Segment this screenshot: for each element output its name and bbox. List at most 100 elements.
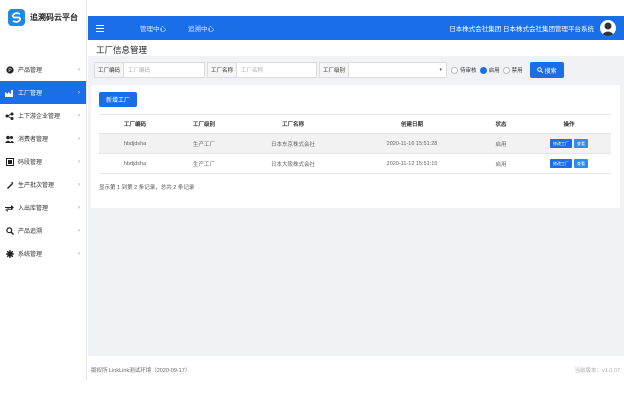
footer: 版权所 LinkLink测试环境（2020-09-17） 当前版本：v1.0.0… (88, 363, 624, 377)
factory-name-input[interactable]: 工厂名称 (236, 62, 318, 78)
copyright-text: 版权所 LinkLink测试环境（2020-09-17） (91, 368, 191, 374)
edit-factory-button[interactable]: 修改工厂 (550, 159, 572, 168)
chevron-right-icon: › (78, 135, 80, 142)
sidebar-item-partner[interactable]: 上下游企业管理 › (0, 104, 86, 127)
chevron-right-icon: › (78, 250, 80, 257)
top-navbar: 管理中心 追溯中心 日本株式会社集团 日本株式会社集团管理平台系统 (88, 16, 624, 40)
sidebar: 追溯码云平台 P 产品管理 › 工厂管理 › 上下游企业管理 › 消费者管理 ›… (0, 0, 87, 380)
factory-level-label: 工厂级别 (319, 62, 349, 78)
cell-date: 2020-11-16 15:51:28 (349, 133, 475, 154)
add-factory-button[interactable]: 新增工厂 (99, 92, 137, 107)
tab-trace-center[interactable]: 追溯中心 (188, 23, 214, 33)
sidebar-item-label: 生产批次管理 (18, 183, 55, 189)
column-header: 操作 (527, 114, 611, 134)
chevron-right-icon: › (78, 158, 80, 165)
search-icon (536, 67, 543, 73)
search-button[interactable]: 搜索 (529, 62, 564, 78)
partner-icon (5, 111, 14, 120)
search-icon (5, 226, 14, 235)
batch-icon (5, 180, 14, 189)
radio-circle (479, 66, 487, 74)
column-header[interactable]: 状态 (475, 114, 527, 134)
gear-icon (5, 249, 14, 258)
avatar[interactable] (600, 20, 616, 36)
cell-level: 生产工厂 (171, 153, 237, 174)
sidebar-item-consumer[interactable]: 消费者管理 › (0, 127, 86, 150)
version-text: 当前版本：v1.0.07 (574, 368, 620, 374)
radio-label: 启用 (488, 68, 500, 74)
table-header-row: 工厂编码 工厂级别 工厂名称 创建日期 状态 操作 (99, 114, 611, 134)
radio-circle (502, 66, 510, 74)
sidebar-item-trace[interactable]: 产品追溯 › (0, 219, 86, 242)
column-header[interactable]: 工厂名称 (237, 114, 349, 134)
sidebar-item-label: 上下游企业管理 (18, 114, 61, 120)
company-name: 日本株式会社集团 日本株式会社集团管理平台系统 (449, 26, 594, 33)
factory-table: 工厂编码 工厂级别 工厂名称 创建日期 状态 操作 hbdjdsha 生产工厂 … (99, 114, 611, 174)
sidebar-item-factory[interactable]: 工厂管理 › (0, 81, 86, 104)
factory-name-label: 工厂名称 (207, 62, 237, 78)
cell-name: 日本东京株式会社 (237, 133, 349, 154)
cell-code: hbdjdsha (99, 133, 171, 154)
cell-status: 启用 (475, 133, 527, 154)
sidebar-item-label: 工厂管理 (18, 91, 43, 97)
barcode-icon (5, 157, 14, 166)
factory-code-input[interactable]: 工厂编码 (123, 62, 206, 78)
factory-code-label: 工厂编码 (94, 62, 124, 78)
view-button[interactable]: 查看 (574, 139, 588, 148)
cell-code: hbdjdsha (99, 153, 171, 174)
chevron-right-icon: › (78, 181, 80, 188)
radio-circle (451, 66, 459, 74)
pagination-summary: 显示第 1 到第 2 条记录，总共 2 条记录 (99, 185, 195, 191)
chevron-right-icon: › (78, 112, 80, 119)
radio-label: 禁用 (511, 68, 523, 74)
sidebar-nav: P 产品管理 › 工厂管理 › 上下游企业管理 › 消费者管理 › 码段管理 ›… (0, 58, 86, 265)
sidebar-item-batch[interactable]: 生产批次管理 › (0, 173, 86, 196)
sidebar-item-label: 产品管理 (18, 68, 43, 74)
table-row: hbdjdsha 生产工厂 日本东京株式会社 2020-11-16 15:51:… (99, 133, 611, 154)
page-title: 工厂信息管理 (96, 45, 148, 55)
chevron-down-icon: ▾ (439, 67, 443, 73)
radio-disabled[interactable]: 禁用 (502, 66, 523, 74)
column-header[interactable]: 创建日期 (349, 114, 475, 134)
brand-logo-icon (8, 8, 25, 26)
edit-factory-button[interactable]: 修改工厂 (550, 139, 572, 148)
factory-icon (5, 88, 14, 97)
radio-enabled[interactable]: 启用 (479, 66, 500, 74)
chevron-right-icon: › (78, 89, 80, 96)
cell-actions: 修改工厂 查看 (527, 133, 611, 154)
cell-date: 2020-11-12 15:51:15 (349, 153, 475, 174)
sidebar-item-transfer[interactable]: 入出库管理 › (0, 196, 86, 219)
chevron-right-icon: › (78, 227, 80, 234)
brand-name: 追溯码云平台 (30, 12, 78, 22)
cell-actions: 修改工厂 查看 (527, 153, 611, 174)
factory-level-select[interactable]: ▾ (348, 62, 448, 78)
product-icon: P (5, 65, 14, 74)
sidebar-item-label: 系统管理 (18, 252, 43, 258)
chevron-right-icon: › (78, 204, 80, 211)
column-header[interactable]: 工厂级别 (171, 114, 237, 134)
brand[interactable]: 追溯码云平台 (0, 0, 86, 34)
sidebar-item-label: 消费者管理 (18, 137, 49, 143)
search-label: 搜索 (544, 68, 557, 75)
cell-name: 日本大阪株式会社 (237, 153, 349, 174)
sidebar-item-product[interactable]: P 产品管理 › (0, 58, 86, 81)
tab-management-center[interactable]: 管理中心 (140, 23, 166, 33)
sidebar-item-label: 码段管理 (18, 160, 43, 166)
sidebar-item-label: 入出库管理 (18, 206, 49, 212)
radio-label: 待审核 (460, 68, 477, 74)
radio-pending[interactable]: 待审核 (451, 66, 477, 74)
menu-toggle-icon[interactable] (90, 24, 110, 32)
table-row: hbdjdsha 生产工厂 日本大阪株式会社 2020-11-12 15:51:… (99, 153, 611, 174)
view-button[interactable]: 查看 (574, 159, 588, 168)
column-header[interactable]: 工厂编码 (99, 114, 171, 134)
users-icon (5, 134, 14, 143)
sidebar-item-barcode[interactable]: 码段管理 › (0, 150, 86, 173)
transfer-icon (5, 203, 14, 212)
sidebar-item-system[interactable]: 系统管理 › (0, 242, 86, 265)
factory-table-card: 新增工厂 工厂编码 工厂级别 工厂名称 创建日期 状态 操作 hbdjdsha … (91, 85, 620, 208)
cell-level: 生产工厂 (171, 133, 237, 154)
filter-bar: 工厂编码 工厂编码 工厂名称 工厂名称 工厂级别 ▾ 待审核 启用 禁用 搜索 (94, 62, 564, 78)
chevron-right-icon: › (78, 66, 80, 73)
sidebar-item-label: 产品追溯 (18, 229, 43, 235)
cell-status: 启用 (475, 153, 527, 174)
